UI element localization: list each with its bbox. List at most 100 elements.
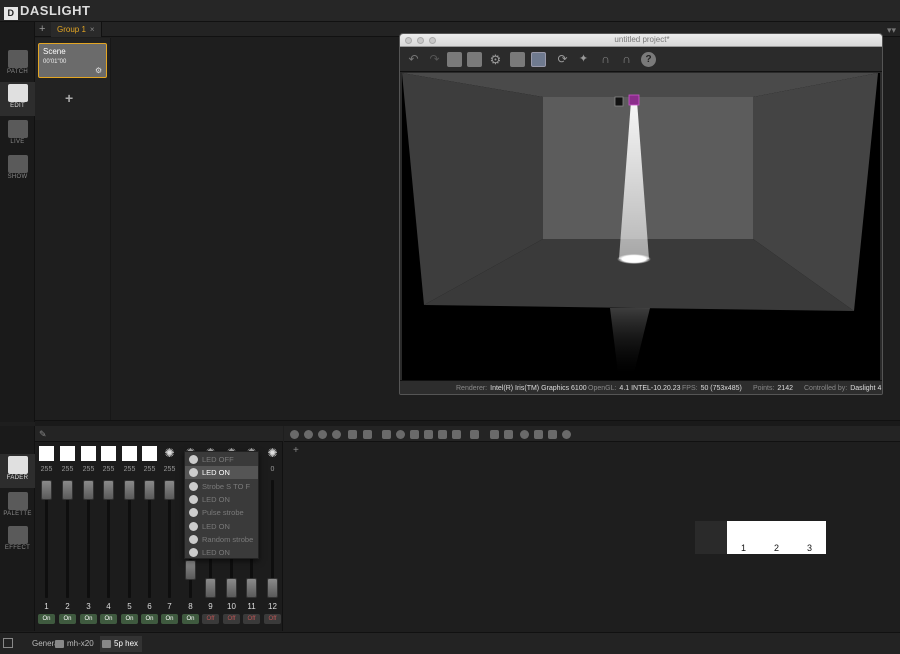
paste-icon[interactable]: [424, 430, 433, 439]
fader-button[interactable]: FADER: [0, 454, 35, 488]
channel-toggle-button[interactable]: On: [121, 614, 138, 624]
dropdown-item[interactable]: Random strobe: [185, 533, 258, 546]
sun-icon[interactable]: ✺: [265, 446, 280, 461]
tab-5p-hex[interactable]: 5p hex: [100, 636, 143, 652]
channel-preset-dropdown[interactable]: LED OFF LED ON Strobe S TO F LED ON Pulse st…: [184, 451, 259, 559]
add-track-button[interactable]: +: [293, 445, 299, 456]
fixture-right-icon[interactable]: [548, 430, 557, 439]
move-tool-icon[interactable]: [348, 430, 357, 439]
dropdown-item[interactable]: LED ON: [185, 466, 258, 480]
stage-icon[interactable]: [467, 52, 482, 67]
channel-toggle-button[interactable]: On: [141, 614, 158, 624]
fader-knob[interactable]: [103, 480, 114, 500]
grid-icon[interactable]: [470, 430, 479, 439]
channel-toggle-button[interactable]: Off: [223, 614, 240, 624]
mode-edit-button[interactable]: EDIT: [0, 82, 35, 116]
zoom-in-icon[interactable]: [290, 430, 299, 439]
fader-knob[interactable]: [62, 480, 73, 500]
move-icon[interactable]: [531, 52, 546, 67]
fader-knob[interactable]: [267, 578, 278, 598]
rotate-icon[interactable]: ⟳: [555, 52, 570, 67]
channel-toggle-button[interactable]: On: [59, 614, 76, 624]
3d-viewport[interactable]: [402, 73, 880, 380]
color-swatch[interactable]: [142, 446, 157, 461]
copy-icon[interactable]: [410, 430, 419, 439]
grid-cell[interactable]: 3: [793, 521, 826, 554]
palette-button[interactable]: PALETTE: [0, 490, 35, 524]
layout-icon[interactable]: [447, 52, 462, 67]
tabs-menu-icon[interactable]: ▾▾: [887, 25, 896, 36]
dropdown-item[interactable]: LED ON: [185, 493, 258, 506]
channel-toggle-button[interactable]: On: [80, 614, 97, 624]
tab-mh-x20[interactable]: mh-x20: [53, 636, 98, 652]
sun-icon[interactable]: ✺: [162, 446, 177, 461]
grid-cell[interactable]: 2: [760, 521, 793, 554]
channel-toggle-button[interactable]: Off: [264, 614, 281, 624]
points-info: Points: 2142: [753, 385, 793, 392]
channel-toggle-button[interactable]: Off: [202, 614, 219, 624]
effect-button[interactable]: EFFECT: [0, 524, 35, 558]
fixture-left-icon[interactable]: [534, 430, 543, 439]
zoom-out-icon[interactable]: [304, 430, 313, 439]
color-swatch[interactable]: [122, 446, 137, 461]
color-swatch[interactable]: [39, 446, 54, 461]
gear-icon[interactable]: ⚙: [95, 66, 102, 75]
mode-live-button[interactable]: LIVE: [0, 118, 35, 152]
fps-info: FPS: 50 (753x485): [682, 385, 742, 392]
target-icon[interactable]: [562, 430, 571, 439]
channel-toggle-button[interactable]: On: [100, 614, 117, 624]
channel-toggle-button[interactable]: Off: [243, 614, 260, 624]
fader-knob[interactable]: [83, 480, 94, 500]
pencil-icon[interactable]: ✎: [39, 429, 47, 440]
fader-toolbar: ✎: [35, 426, 283, 442]
settings-icon[interactable]: ⚙: [488, 52, 503, 67]
timing-icon[interactable]: [490, 430, 499, 439]
magnet-icon[interactable]: ∩: [598, 52, 613, 67]
magnet-off-icon[interactable]: ∩: [619, 52, 634, 67]
mode-show-button[interactable]: SHOW: [0, 153, 35, 187]
dropdown-item[interactable]: LED ON: [185, 520, 258, 533]
help-icon[interactable]: ?: [641, 52, 656, 67]
refresh-icon[interactable]: [520, 430, 529, 439]
fill-icon[interactable]: [382, 430, 391, 439]
visualizer-title-bar[interactable]: untitled project*: [400, 34, 882, 47]
dropdown-item[interactable]: LED OFF: [185, 453, 258, 466]
dropdown-item[interactable]: Pulse strobe: [185, 506, 258, 519]
color-swatch[interactable]: [60, 446, 75, 461]
fader-knob[interactable]: [246, 578, 257, 598]
align-icon[interactable]: [438, 430, 447, 439]
fader-knob[interactable]: [185, 560, 196, 581]
add-step-icon[interactable]: [332, 430, 341, 439]
channel-toggle-button[interactable]: On: [182, 614, 199, 624]
fader-knob[interactable]: [164, 480, 175, 500]
dropdown-item[interactable]: LED ON: [185, 546, 258, 559]
scene-card[interactable]: Scene 00'01"00 ⚙: [38, 43, 107, 78]
add-scene-button[interactable]: +: [65, 90, 73, 106]
redo-icon[interactable]: ↷: [427, 52, 442, 67]
grid-cell-empty[interactable]: [695, 521, 727, 554]
fader-knob[interactable]: [226, 578, 237, 598]
record-icon[interactable]: [396, 430, 405, 439]
distribute-icon[interactable]: [452, 430, 461, 439]
channel-toggle-button[interactable]: On: [38, 614, 55, 624]
fixture-icon[interactable]: [510, 52, 525, 67]
channel-toggle-button[interactable]: On: [161, 614, 178, 624]
fader-knob[interactable]: [124, 480, 135, 500]
dropdown-item[interactable]: Strobe S TO F: [185, 480, 258, 493]
select-tool-icon[interactable]: [363, 430, 372, 439]
undo-icon[interactable]: ↶: [406, 52, 421, 67]
color-swatch[interactable]: [81, 446, 96, 461]
mode-patch-button[interactable]: PATCH: [0, 48, 35, 82]
fader-knob[interactable]: [41, 480, 52, 500]
color-swatch[interactable]: [101, 446, 116, 461]
grid-cell[interactable]: 1: [727, 521, 760, 554]
tab-group-1[interactable]: Group 1 ×: [51, 22, 102, 37]
expand-icon[interactable]: [3, 638, 13, 648]
focus-icon[interactable]: ✦: [576, 52, 591, 67]
close-icon[interactable]: ×: [90, 25, 95, 34]
loop-icon[interactable]: [504, 430, 513, 439]
fader-knob[interactable]: [144, 480, 155, 500]
add-group-button[interactable]: +: [39, 23, 45, 35]
zoom-fit-icon[interactable]: [318, 430, 327, 439]
fader-knob[interactable]: [205, 578, 216, 598]
